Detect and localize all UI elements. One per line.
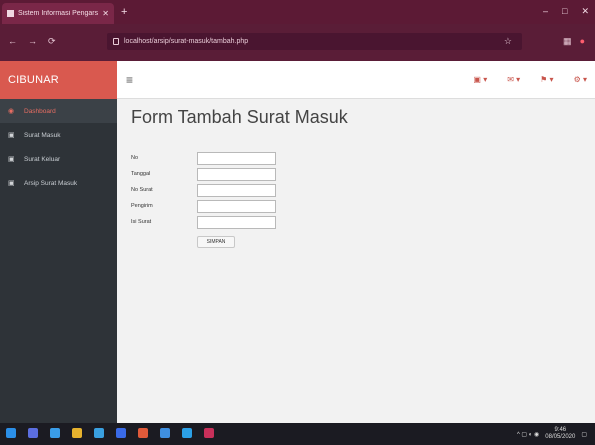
field-label: No Surat (131, 187, 153, 193)
form-row-tanggal: Tanggal (131, 166, 276, 182)
inbox-icon: ▣ (8, 132, 15, 139)
edge-icon[interactable] (94, 428, 104, 438)
sidebar-item-label: Surat Keluar (24, 155, 61, 163)
field-label: No (131, 155, 139, 161)
isi-surat-field[interactable] (197, 215, 276, 229)
dashboard-icon: ◉ (8, 108, 15, 115)
back-icon[interactable]: ← (8, 36, 17, 47)
reload-icon[interactable]: ⟳ (48, 36, 56, 47)
url-text[interactable]: localhost/arsip/surat-masuk/tambah.php (124, 38, 248, 45)
field-label: Pengirim (131, 203, 153, 209)
form-row-no-surat: No Surat (131, 182, 276, 198)
field-label: Tanggal (131, 171, 151, 177)
os-taskbar: ^ ▢ ◐ ◉ 9:46 08/05/2020 ▢ (0, 423, 595, 445)
user-dropdown-icon[interactable]: ⚙ ▾ (574, 75, 587, 84)
web-page: CIBUNAR ≡ ▣ ▾ ✉ ▾ ⚑ ▾ ⚙ ▾ ◉ Dashboard ▣ … (0, 61, 595, 423)
sidebar-item-arsip[interactable]: ▣ Arsip Surat Masuk (0, 171, 117, 195)
minimize-button[interactable]: – (543, 6, 548, 17)
sidebar-item-surat-keluar[interactable]: ▣ Surat Keluar (0, 147, 117, 171)
start-icon[interactable] (6, 428, 16, 438)
top-navbar: ≡ ▣ ▾ ✉ ▾ ⚑ ▾ ⚙ ▾ (117, 61, 595, 99)
archive-icon: ▣ (8, 180, 15, 187)
form-row-no: No (131, 150, 276, 166)
tray-icons[interactable]: ^ ▢ ◐ ◉ (517, 431, 539, 438)
close-tab-icon[interactable]: ✕ (102, 9, 109, 18)
close-window-button[interactable]: ✕ (581, 6, 589, 17)
sidebar-item-label: Surat Masuk (24, 131, 61, 139)
tab-title: Sistem Informasi Pengarsipan Surat - Tam… (18, 10, 99, 17)
browser-tab-bar: Sistem Informasi Pengarsipan Surat - Tam… (0, 0, 595, 24)
sidebar-item-label: Arsip Surat Masuk (24, 179, 78, 187)
browser-tab[interactable]: Sistem Informasi Pengarsipan Surat - Tam… (2, 3, 114, 24)
favicon-icon (7, 10, 14, 17)
clock-date: 08/05/2020 (545, 434, 576, 440)
search-icon[interactable] (28, 428, 38, 438)
bookmark-star-icon[interactable]: ☆ (504, 36, 512, 47)
form-row-pengirim: Pengirim (131, 198, 276, 214)
main-content: Form Tambah Surat Masuk No Tanggal No Su… (117, 99, 595, 423)
form-row-isi-surat: Isi Surat (131, 214, 276, 230)
alerts-dropdown-icon[interactable]: ⚑ ▾ (540, 75, 553, 84)
chrome-icon[interactable] (182, 428, 192, 438)
task-view-icon[interactable] (50, 428, 60, 438)
new-tab-button[interactable]: + (121, 6, 127, 18)
pengirim-field[interactable] (197, 199, 276, 213)
profile-icon[interactable]: ● (580, 36, 585, 47)
window-controls: – □ ✕ (543, 6, 589, 17)
firefox-icon[interactable] (204, 428, 214, 438)
office-icon[interactable] (138, 428, 148, 438)
page-title: Form Tambah Surat Masuk (131, 107, 348, 127)
clock-time: 9:46 (554, 427, 567, 433)
submit-button[interactable]: SIMPAN (197, 236, 235, 248)
app-brand[interactable]: CIBUNAR (0, 61, 117, 99)
tanggal-field[interactable] (197, 167, 276, 181)
field-label: Isi Surat (131, 219, 152, 225)
sidebar-item-dashboard[interactable]: ◉ Dashboard (0, 99, 117, 123)
file-explorer-icon[interactable] (72, 428, 82, 438)
sidebar-item-label: Dashboard (24, 107, 56, 115)
clock[interactable]: 9:46 08/05/2020 (545, 427, 575, 441)
forward-icon[interactable]: → (28, 36, 37, 47)
extension-icon[interactable]: ▦ (563, 36, 572, 47)
no-field[interactable] (197, 151, 276, 165)
menu-toggle-icon[interactable]: ≡ (126, 73, 133, 87)
add-letter-form: No Tanggal No Surat Pengirim Isi Surat (131, 150, 276, 230)
browser-nav-bar: ← → ⟳ localhost/arsip/surat-masuk/tambah… (0, 24, 595, 61)
no-surat-field[interactable] (197, 183, 276, 197)
tasks-dropdown-icon[interactable]: ▣ ▾ (473, 75, 487, 84)
address-bar[interactable]: localhost/arsip/surat-masuk/tambah.php ☆ (107, 33, 522, 50)
messages-dropdown-icon[interactable]: ✉ ▾ (507, 75, 520, 84)
notification-icon[interactable]: ▢ (581, 431, 587, 438)
mail-icon[interactable] (160, 428, 170, 438)
vscode-icon[interactable] (116, 428, 126, 438)
outbox-icon: ▣ (8, 156, 15, 163)
maximize-button[interactable]: □ (562, 6, 567, 17)
sidebar-item-surat-masuk[interactable]: ▣ Surat Masuk (0, 123, 117, 147)
lock-icon (113, 38, 119, 45)
sidebar: ◉ Dashboard ▣ Surat Masuk ▣ Surat Keluar… (0, 99, 117, 423)
